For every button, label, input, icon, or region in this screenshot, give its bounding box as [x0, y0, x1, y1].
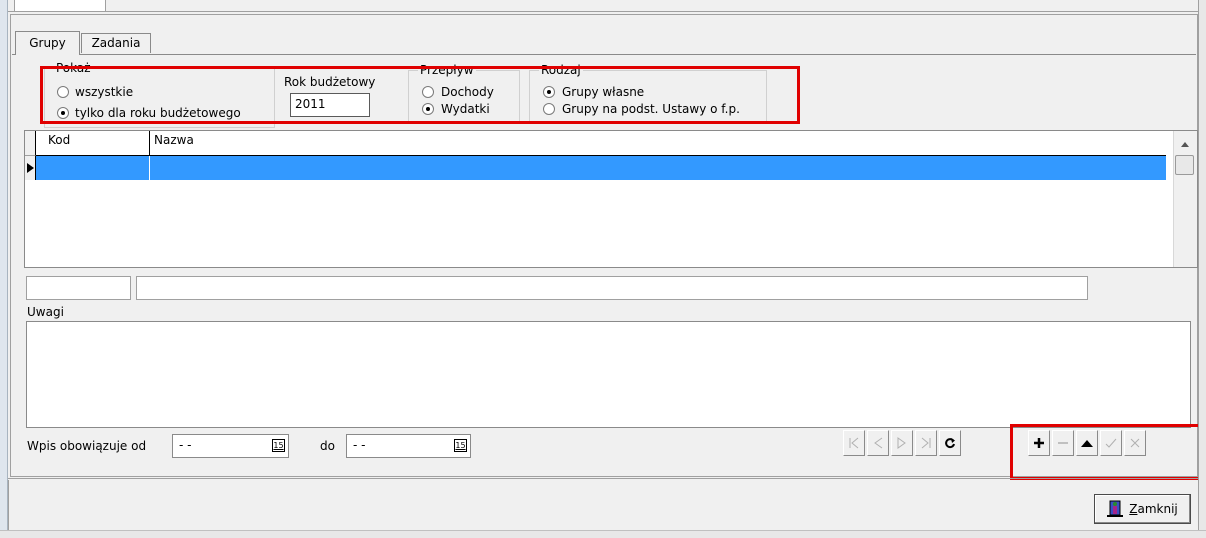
- window-bottom-edge: [0, 530, 1206, 538]
- scroll-thumb[interactable]: [1175, 155, 1194, 175]
- last-icon: [921, 437, 931, 449]
- first-icon: [849, 437, 859, 449]
- bottom-bar: [8, 480, 1198, 530]
- scroll-up-arrow-icon[interactable]: [1178, 138, 1192, 150]
- date-to-calendar-icon[interactable]: 15: [454, 439, 467, 452]
- window-right-edge: [1198, 0, 1206, 538]
- grid-scrollbar[interactable]: [1173, 131, 1197, 267]
- tab-zadania[interactable]: Zadania: [81, 33, 151, 53]
- date-to-calendar-glyph: 15: [455, 441, 466, 450]
- close-button[interactable]: Zamknij: [1094, 494, 1191, 524]
- uwagi-label: Uwagi: [27, 305, 64, 319]
- last-record-button[interactable]: [915, 430, 937, 456]
- grid-header-nazwa-label: Nazwa: [154, 133, 194, 147]
- edit-buttons-highlight-box: [1010, 424, 1202, 480]
- table-row[interactable]: [36, 156, 1166, 180]
- wpis-od-label: Wpis obowiązuje od: [27, 439, 147, 453]
- table-cell-nazwa: [151, 156, 1166, 180]
- top-strip: [8, 0, 1198, 12]
- refresh-button[interactable]: [939, 430, 961, 456]
- kod-field[interactable]: [26, 276, 131, 300]
- date-to-value: - -: [353, 438, 366, 452]
- date-from-value: - -: [179, 438, 192, 452]
- wpis-do-label: do: [320, 439, 335, 453]
- grid-header-nazwa[interactable]: Nazwa: [150, 131, 1166, 156]
- prior-record-button[interactable]: [867, 430, 889, 456]
- current-row-triangle-icon: [26, 163, 34, 173]
- close-button-label-rest: amknij: [1137, 502, 1178, 516]
- grid-row-indicator: [25, 156, 36, 180]
- date-from-calendar-icon[interactable]: 15: [272, 439, 285, 452]
- next-record-button[interactable]: [891, 430, 913, 456]
- next-icon: [897, 437, 906, 449]
- bottom-separator: [8, 478, 1198, 479]
- grid-header-indicator-cell: [25, 131, 36, 156]
- grid-header-kod-label: Kod: [48, 133, 71, 147]
- outer-tab-remnant: [14, 0, 106, 12]
- grid-header-kod[interactable]: Kod: [36, 131, 150, 156]
- tab-page-line: [12, 54, 1196, 55]
- nazwa-field[interactable]: [136, 276, 1088, 300]
- door-exit-icon: [1107, 500, 1124, 517]
- refresh-icon: [945, 438, 955, 449]
- date-to-field[interactable]: - -: [346, 434, 471, 458]
- close-button-label: Zamknij: [1129, 502, 1178, 516]
- date-from-calendar-glyph: 15: [273, 441, 284, 450]
- filters-highlight-box: [40, 66, 800, 124]
- prior-icon: [874, 437, 883, 449]
- table-cell-kod: [36, 156, 150, 180]
- window-left-edge: [0, 0, 8, 538]
- uwagi-textarea[interactable]: [26, 321, 1191, 428]
- first-record-button[interactable]: [843, 430, 865, 456]
- tab-grupy[interactable]: Grupy: [15, 31, 80, 55]
